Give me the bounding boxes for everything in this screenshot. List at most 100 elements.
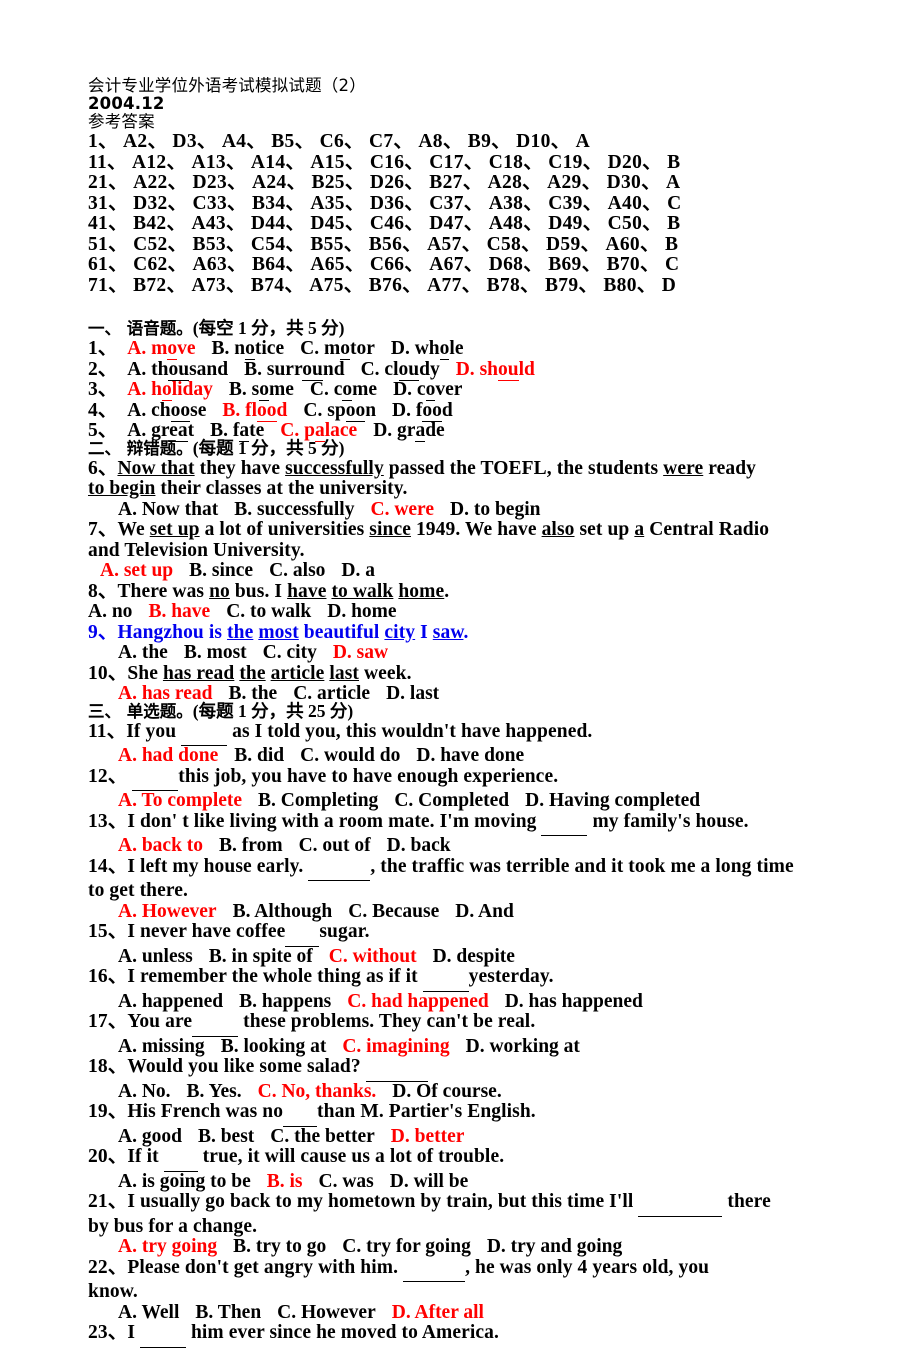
answer-option[interactable]: C. Because <box>348 901 439 922</box>
phonetics-option[interactable]: A. holiday <box>127 379 213 401</box>
answer-blank[interactable] <box>163 1150 198 1172</box>
answer-option[interactable]: A. set up <box>100 560 173 581</box>
answer-option[interactable]: B. happens <box>239 991 331 1012</box>
answer-option[interactable]: B. in spite of <box>209 946 313 967</box>
phonetics-option[interactable]: B. surround <box>244 358 345 381</box>
answer-option[interactable]: C. the better <box>270 1126 375 1147</box>
stem-text-before-blank: I never have coffee <box>127 921 286 942</box>
answer-option[interactable]: D. has happened <box>505 991 643 1012</box>
answer-blank[interactable] <box>308 860 371 881</box>
answer-option[interactable]: A. had done <box>118 745 218 766</box>
answer-option[interactable]: C. out of <box>299 835 371 856</box>
answer-option[interactable]: A. Well <box>118 1302 179 1323</box>
phonetics-option[interactable]: A. move <box>127 338 196 360</box>
answer-option[interactable]: D. Of course. <box>392 1081 501 1102</box>
phonetics-option[interactable]: A. thousand <box>127 358 228 381</box>
answer-blank[interactable] <box>132 770 179 791</box>
answer-option[interactable]: C. to walk <box>226 601 311 622</box>
answer-option[interactable]: B. Completing <box>258 790 378 811</box>
answer-option[interactable]: A. is going to be <box>118 1171 251 1192</box>
answer-option[interactable]: C. Completed <box>394 790 509 811</box>
answer-blank[interactable] <box>365 1060 428 1082</box>
answer-option[interactable]: B. Then <box>195 1302 261 1323</box>
answer-option[interactable]: C. without <box>329 946 417 967</box>
answer-blank[interactable] <box>638 1195 723 1217</box>
answer-option[interactable]: B. did <box>234 745 284 766</box>
phonetics-option[interactable]: B. notice <box>212 338 284 360</box>
phonetics-option[interactable]: D. should <box>456 358 535 381</box>
answer-blank[interactable] <box>283 1105 318 1127</box>
answer-option[interactable]: D. will be <box>390 1171 469 1192</box>
phonetics-option[interactable]: B. some <box>229 379 294 401</box>
phonetics-option[interactable]: D. grade <box>373 420 445 442</box>
answer-option[interactable]: A. No. <box>118 1081 171 1102</box>
answer-option[interactable]: A. try going <box>118 1236 217 1257</box>
answer-blank[interactable] <box>139 1326 186 1348</box>
answer-blank[interactable] <box>541 815 588 836</box>
stem-text-before-blank: If you <box>126 720 182 742</box>
answer-blank[interactable] <box>192 1015 239 1037</box>
answer-option[interactable]: D. Having completed <box>525 790 700 811</box>
answer-option[interactable]: A. back to <box>118 835 203 856</box>
answer-option[interactable]: C. were <box>370 499 434 520</box>
answer-blank[interactable] <box>285 925 320 947</box>
answer-option[interactable]: C. However <box>277 1302 376 1323</box>
answer-option[interactable]: C. was <box>319 1171 374 1192</box>
answer-option[interactable]: B. have <box>148 601 210 622</box>
answer-option[interactable]: D. After all <box>392 1302 484 1323</box>
answer-option[interactable]: C. had happened <box>347 991 488 1012</box>
answer-option[interactable]: C. imagining <box>342 1036 449 1057</box>
answer-option[interactable]: D. try and going <box>487 1236 622 1257</box>
phonetics-option[interactable]: C. motor <box>300 338 375 360</box>
answer-option[interactable]: D. to begin <box>450 499 540 520</box>
answer-option[interactable]: C. try for going <box>342 1236 471 1257</box>
word-prefix: gr <box>397 420 416 441</box>
answer-option[interactable]: B. best <box>198 1126 254 1147</box>
phonetics-option[interactable]: A. choose <box>127 399 206 422</box>
phonetics-option[interactable]: C. come <box>310 379 377 401</box>
answer-option[interactable]: A. good <box>118 1126 182 1147</box>
answer-option[interactable]: D. And <box>455 901 514 922</box>
answer-option[interactable]: A. However <box>118 901 217 922</box>
answer-option[interactable]: D. despite <box>433 946 515 967</box>
answer-option[interactable]: D. home <box>327 601 396 622</box>
answer-option[interactable]: B. from <box>219 835 283 856</box>
answer-option[interactable]: A. To complete <box>118 790 242 811</box>
answer-option[interactable]: B. is <box>267 1171 303 1192</box>
answer-option[interactable]: B. Yes. <box>187 1081 242 1102</box>
answer-option[interactable]: D. back <box>387 835 451 856</box>
answer-option[interactable]: B. successfully <box>234 499 354 520</box>
phonetics-option[interactable]: D. food <box>392 399 453 422</box>
phonetics-option[interactable]: C. spoon <box>303 399 376 422</box>
answer-blank[interactable] <box>422 970 469 992</box>
answer-option[interactable]: D. better <box>391 1126 465 1147</box>
answer-option[interactable]: A. the <box>118 642 168 663</box>
answer-option[interactable]: C. also <box>269 560 325 581</box>
answer-option[interactable]: C. would do <box>300 745 400 766</box>
question-stem: 15、I never have coffee sugar. <box>88 921 888 947</box>
answer-blank[interactable] <box>403 1261 466 1282</box>
answer-option[interactable]: D. saw <box>333 642 388 663</box>
stem-text-after-blank: these problems. They can't be real. <box>238 1011 536 1032</box>
answer-option[interactable]: C. city <box>263 642 317 663</box>
answer-option[interactable]: B. since <box>189 560 253 581</box>
answer-option[interactable]: D. working at <box>466 1036 580 1057</box>
answer-option[interactable]: A. missing <box>118 1036 205 1057</box>
answer-option[interactable]: D. have done <box>416 745 524 766</box>
answer-option[interactable]: D. last <box>386 683 439 704</box>
phonetics-option[interactable]: D. cover <box>393 379 462 401</box>
phonetics-option[interactable]: B. flood <box>222 399 287 422</box>
answer-option[interactable]: A. happened <box>118 991 223 1012</box>
answer-option[interactable]: D. a <box>341 560 375 581</box>
answer-option[interactable]: A. Now that <box>118 499 218 520</box>
answer-option[interactable]: B. most <box>184 642 247 663</box>
phonetics-option[interactable]: C. cloudy <box>361 358 440 381</box>
answer-option[interactable]: B. looking at <box>221 1036 327 1057</box>
answer-option[interactable]: A. unless <box>118 946 193 967</box>
phonetics-option[interactable]: D. whole <box>391 338 463 360</box>
answer-option[interactable]: C. No, thanks. <box>258 1081 377 1102</box>
answer-option[interactable]: B. Although <box>233 901 333 922</box>
answer-option[interactable]: B. try to go <box>233 1236 326 1257</box>
answer-option[interactable]: A. no <box>88 601 132 622</box>
answer-blank[interactable] <box>181 725 228 746</box>
